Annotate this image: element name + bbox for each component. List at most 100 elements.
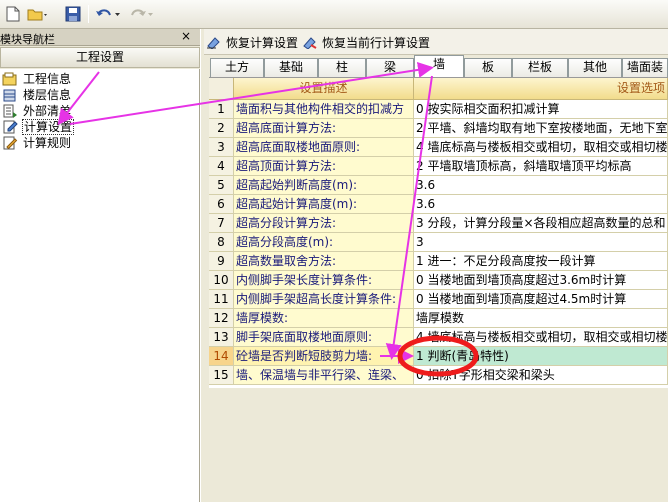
nav-item-calc-rules[interactable]: 计算规则 [2, 135, 72, 151]
new-file-icon[interactable] [4, 5, 22, 23]
pin-icon[interactable]: ᅟ [164, 30, 174, 46]
setting-description: 超高底面取楼地面原则: [234, 138, 414, 157]
setting-description: 墙厚模数: [234, 309, 414, 328]
row-number: 5 [209, 176, 234, 195]
table-row[interactable]: 5 超高起始判断高度(m): 3.6 [209, 176, 668, 195]
table-row[interactable]: 8 超高分段高度(m): 3 [209, 233, 668, 252]
row-number: 2 [209, 119, 234, 138]
nav-item-calc-settings[interactable]: 计算设置 [2, 119, 75, 135]
setting-option-value[interactable]: 墙厚模数 [414, 309, 668, 328]
setting-option-value[interactable]: 0 扣除T字形相交梁和梁头 [414, 366, 668, 385]
setting-description: 墙、保温墙与非平行梁、连梁、 [234, 366, 414, 385]
grid-empty-area [209, 389, 668, 502]
table-row[interactable]: 1 墙面积与其他构件相交的扣减方 0 按实际相交面积扣减计算 [209, 100, 668, 119]
settings-grid: 设置描述 设置选项 1 墙面积与其他构件相交的扣减方 0 按实际相交面积扣减计算 2 超… [209, 77, 668, 502]
tab-earthwork[interactable]: 土方 [210, 58, 264, 77]
restore-current-row-button[interactable]: 恢复当前行计算设置 [302, 34, 430, 50]
row-number: 8 [209, 233, 234, 252]
setting-option-value[interactable]: 4 墙底标高与楼板相交或相切，取相交或相切楼 [414, 138, 668, 157]
tab-other[interactable]: 其他 [568, 58, 622, 77]
tab-parapet[interactable]: 栏板 [512, 58, 568, 77]
setting-description: 墙面积与其他构件相交的扣减方 [234, 100, 414, 119]
setting-description: 内侧脚手架长度计算条件: [234, 271, 414, 290]
table-row[interactable]: 14 砼墙是否判断短肢剪力墙: 1 判断(青岛特性) [209, 347, 668, 366]
nav-item-external-list[interactable]: 外部清单 [2, 103, 72, 119]
tab-column[interactable]: 柱 [318, 58, 366, 77]
table-row[interactable]: 6 超高起始计算高度(m): 3.6 [209, 195, 668, 214]
save-icon[interactable] [64, 5, 82, 23]
table-row[interactable]: 12 墙厚模数: 墙厚模数 [209, 309, 668, 328]
row-number: 12 [209, 309, 234, 328]
row-number: 15 [209, 366, 234, 385]
redo-icon[interactable] [129, 5, 155, 23]
row-number: 11 [209, 290, 234, 309]
project-info-icon [2, 72, 18, 86]
tab-foundation[interactable]: 基础 [264, 58, 318, 77]
row-number: 3 [209, 138, 234, 157]
setting-option-value[interactable]: 2 平墙、斜墙均取有地下室按楼地面，无地下室 [414, 119, 668, 138]
tab-slab[interactable]: 板 [464, 58, 512, 77]
restore-calc-settings-button[interactable]: 恢复计算设置 [206, 34, 298, 50]
setting-option-value[interactable]: 3 分段，计算分段量×各段相应超高数量的总和 [414, 214, 668, 233]
table-row[interactable]: 4 超高顶面计算方法: 2 平墙取墙顶标高，斜墙取墙顶平均标高 [209, 157, 668, 176]
tab-beam[interactable]: 梁 [366, 58, 414, 77]
setting-option-value[interactable]: 0 按实际相交面积扣减计算 [414, 100, 668, 119]
table-row[interactable]: 7 超高分段计算方法: 3 分段，计算分段量×各段相应超高数量的总和 [209, 214, 668, 233]
setting-description: 超高起始判断高度(m): [234, 176, 414, 195]
settings-table: 设置描述 设置选项 1 墙面积与其他构件相交的扣减方 0 按实际相交面积扣减计算 2 超… [209, 77, 668, 388]
nav-tree: 工程信息 楼层信息 外部清单 计算设置 计算规则 [0, 69, 200, 502]
module-nav-title: 模块导航栏 [0, 33, 55, 46]
row-number: 9 [209, 252, 234, 271]
table-row[interactable]: 2 超高底面计算方法: 2 平墙、斜墙均取有地下室按楼地面，无地下室 [209, 119, 668, 138]
setting-option-value[interactable]: 3.6 [414, 176, 668, 195]
settings-toolbar: 恢复计算设置 恢复当前行计算设置 [204, 29, 668, 55]
table-row[interactable]: 15 墙、保温墙与非平行梁、连梁、 0 扣除T字形相交梁和梁头 [209, 366, 668, 385]
close-icon[interactable]: × [181, 29, 191, 43]
setting-option-value[interactable]: 3 [414, 233, 668, 252]
module-nav-titlebar: 模块导航栏 ᅟ × [0, 29, 200, 46]
setting-option-value[interactable]: 3.6 [414, 195, 668, 214]
setting-description: 超高起始计算高度(m): [234, 195, 414, 214]
table-row[interactable]: 10 内侧脚手架长度计算条件: 0 当楼地面到墙顶高度超过3.6m时计算 [209, 271, 668, 290]
nav-item-project-info[interactable]: 工程信息 [2, 71, 72, 87]
column-header-description: 设置描述 [234, 78, 414, 100]
nav-item-floor-info[interactable]: 楼层信息 [2, 87, 72, 103]
setting-description: 超高数量取舍方法: [234, 252, 414, 271]
pane-splitter[interactable] [200, 29, 204, 502]
app-window: 模块导航栏 ᅟ × 工程设置 工程信息 楼层信息 外部清单 计算设置 计算规则 [0, 0, 668, 502]
tab-wall-finish[interactable]: 墙面装修 [622, 58, 668, 91]
main-toolbar [0, 0, 668, 29]
column-header-option: 设置选项 [414, 78, 668, 100]
row-number: 13 [209, 328, 234, 347]
table-row[interactable]: 13 脚手架底面取楼地面原则: 4 墙底标高与楼板相交或相切，取相交或相切楼 [209, 328, 668, 347]
setting-option-value[interactable]: 2 平墙取墙顶标高，斜墙取墙顶平均标高 [414, 157, 668, 176]
setting-description: 超高底面计算方法: [234, 119, 414, 138]
setting-option-value[interactable]: 1 判断(青岛特性) [414, 347, 668, 366]
setting-description: 脚手架底面取楼地面原则: [234, 328, 414, 347]
row-number: 10 [209, 271, 234, 290]
setting-description: 超高顶面计算方法: [234, 157, 414, 176]
project-settings-header[interactable]: 工程设置 [0, 47, 200, 68]
setting-description: 超高分段计算方法: [234, 214, 414, 233]
external-list-icon [2, 104, 18, 118]
undo-icon[interactable] [93, 5, 123, 23]
row-number-header [209, 78, 234, 100]
setting-description: 砼墙是否判断短肢剪力墙: [234, 347, 414, 366]
floor-info-icon [2, 88, 18, 102]
setting-description: 超高分段高度(m): [234, 233, 414, 252]
open-folder-icon[interactable] [26, 5, 50, 23]
table-row[interactable]: 11 内侧脚手架超高长度计算条件: 0 当楼地面到墙顶高度超过4.5m时计算 [209, 290, 668, 309]
table-row[interactable]: 9 超高数量取舍方法: 1 进一：不足分段高度按一段计算 [209, 252, 668, 271]
setting-description: 内侧脚手架超高长度计算条件: [234, 290, 414, 309]
table-row[interactable]: 3 超高底面取楼地面原则: 4 墙底标高与楼板相交或相切，取相交或相切楼 [209, 138, 668, 157]
setting-option-value[interactable]: 0 当楼地面到墙顶高度超过3.6m时计算 [414, 271, 668, 290]
setting-option-value[interactable]: 0 当楼地面到墙顶高度超过4.5m时计算 [414, 290, 668, 309]
row-number: 4 [209, 157, 234, 176]
calc-rules-icon [2, 136, 18, 150]
row-number: 14 [209, 347, 234, 366]
tab-wall[interactable]: 墙 [414, 55, 464, 77]
setting-option-value[interactable]: 1 进一：不足分段高度按一段计算 [414, 252, 668, 271]
calc-settings-icon [2, 120, 18, 134]
component-tabs: 土方 基础 柱 梁 墙 板 栏板 其他 墙面装修 [204, 55, 668, 91]
setting-option-value[interactable]: 4 墙底标高与楼板相交或相切，取相交或相切楼 [414, 328, 668, 347]
